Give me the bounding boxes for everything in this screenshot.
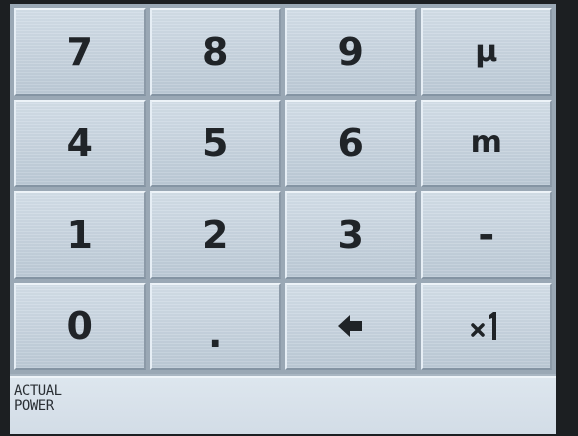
key-0[interactable]: 0 (14, 282, 146, 370)
key-8[interactable]: 8 (149, 8, 281, 96)
key-milli[interactable]: m (420, 99, 552, 187)
key-9-label: 9 (337, 29, 364, 74)
key-6-label: 6 (337, 121, 364, 166)
key-9[interactable]: 9 (285, 8, 417, 96)
key-micro[interactable]: μ (420, 8, 552, 96)
key-0-label: 0 (66, 304, 93, 349)
key-milli-label: m (470, 125, 502, 161)
key-7-label: 7 (66, 29, 93, 74)
actual-power-label: ACTUAL POWER (14, 383, 62, 414)
key-4-label: 4 (66, 121, 93, 166)
key-minus[interactable]: - (420, 191, 552, 279)
status-bar: ACTUAL POWER (10, 376, 556, 434)
key-3-label: 3 (337, 212, 364, 257)
keypad-screen: 7 8 9 μ 4 5 6 m 1 2 3 - 0 . ACTUAL POWER (10, 4, 556, 434)
key-3[interactable]: 3 (285, 191, 417, 279)
key-times-one[interactable] (420, 282, 552, 370)
times-one-icon (471, 309, 501, 343)
key-1[interactable]: 1 (14, 191, 146, 279)
key-2[interactable]: 2 (149, 191, 281, 279)
key-backspace[interactable] (285, 282, 417, 370)
key-minus-label: - (478, 212, 495, 257)
key-6[interactable]: 6 (285, 99, 417, 187)
key-decimal-point-label: . (208, 312, 223, 357)
key-5-label: 5 (202, 121, 229, 166)
key-decimal-point[interactable]: . (149, 282, 281, 370)
key-2-label: 2 (202, 212, 229, 257)
key-5[interactable]: 5 (149, 99, 281, 187)
numeric-keypad: 7 8 9 μ 4 5 6 m 1 2 3 - 0 . (10, 4, 556, 374)
backspace-arrow-icon (337, 314, 364, 338)
key-7[interactable]: 7 (14, 8, 146, 96)
key-micro-label: μ (475, 33, 498, 69)
key-1-label: 1 (66, 212, 93, 257)
key-4[interactable]: 4 (14, 99, 146, 187)
key-8-label: 8 (202, 29, 229, 74)
